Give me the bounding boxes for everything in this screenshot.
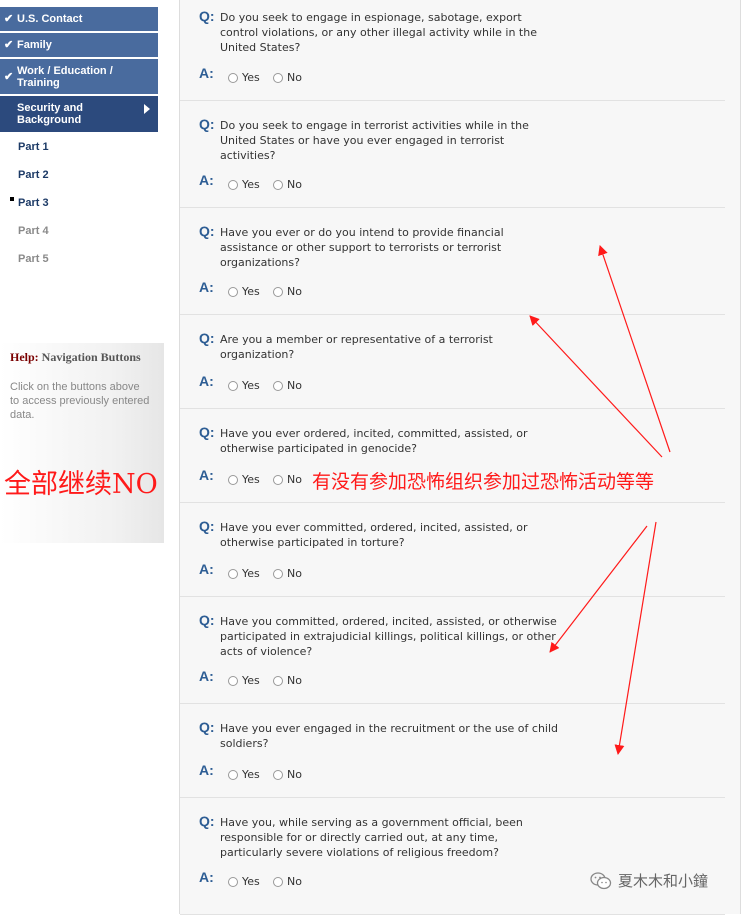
watermark: 夏木木和小鐘 xyxy=(590,870,708,891)
annotation-arrow xyxy=(549,525,648,653)
annotation-arrows xyxy=(529,245,671,755)
wechat-icon xyxy=(590,871,612,889)
annotation-arrow xyxy=(598,245,671,453)
annotation-arrow xyxy=(529,315,663,458)
watermark-text: 夏木木和小鐘 xyxy=(618,872,709,890)
